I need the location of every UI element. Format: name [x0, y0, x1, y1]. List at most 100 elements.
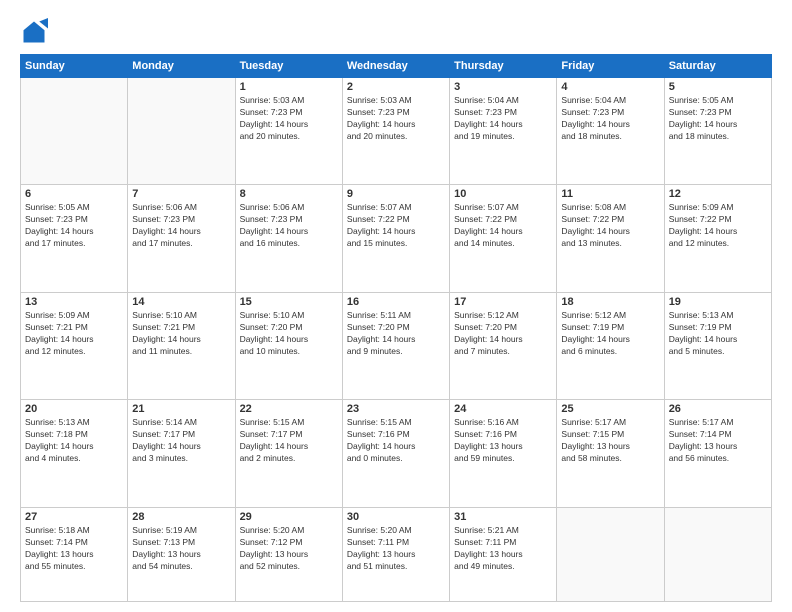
- day-number: 9: [347, 188, 445, 200]
- calendar-week-3: 13Sunrise: 5:09 AM Sunset: 7:21 PM Dayli…: [21, 292, 772, 399]
- day-number: 11: [561, 188, 659, 200]
- day-number: 2: [347, 81, 445, 93]
- day-info: Sunrise: 5:12 AM Sunset: 7:20 PM Dayligh…: [454, 310, 552, 358]
- calendar-cell: 18Sunrise: 5:12 AM Sunset: 7:19 PM Dayli…: [557, 292, 664, 399]
- day-info: Sunrise: 5:03 AM Sunset: 7:23 PM Dayligh…: [347, 95, 445, 143]
- day-info: Sunrise: 5:04 AM Sunset: 7:23 PM Dayligh…: [454, 95, 552, 143]
- day-number: 13: [25, 296, 123, 308]
- calendar-cell: 25 Sunrise: 5:17 AM Sunset: 7:15 PM Dayli…: [557, 400, 664, 507]
- weekday-header-monday: Monday: [128, 55, 235, 78]
- logo: [20, 18, 52, 46]
- calendar-cell: 28Sunrise: 5:19 AM Sunset: 7:13 PM Dayli…: [128, 507, 235, 601]
- calendar-cell: 10 Sunrise: 5:07 AM Sunset: 7:22 PM Dayli…: [450, 185, 557, 292]
- day-number: 31: [454, 511, 552, 523]
- calendar-cell: 13Sunrise: 5:09 AM Sunset: 7:21 PM Dayli…: [21, 292, 128, 399]
- day-info: Sunrise: 5:10 AM Sunset: 7:20 PM Dayligh…: [240, 310, 338, 358]
- day-info: Sunrise: 5:15 AM Sunset: 7:17 PM Dayligh…: [240, 417, 338, 465]
- day-info: Sunrise: 5:17 AM Sunset: 7:15 PM Dayligh…: [561, 417, 659, 465]
- day-info: Sunrise: 5:07 AM Sunset: 7:22 PM Dayligh…: [347, 202, 445, 250]
- day-number: 20: [25, 403, 123, 415]
- weekday-header-wednesday: Wednesday: [342, 55, 449, 78]
- calendar-cell: 15 Sunrise: 5:10 AM Sunset: 7:20 PM Dayli…: [235, 292, 342, 399]
- calendar-cell: 9 Sunrise: 5:07 AM Sunset: 7:22 PM Daylig…: [342, 185, 449, 292]
- day-number: 17: [454, 296, 552, 308]
- calendar-week-5: 27 Sunrise: 5:18 AM Sunset: 7:14 PM Dayli…: [21, 507, 772, 601]
- day-info: Sunrise: 5:21 AM Sunset: 7:11 PM Dayligh…: [454, 525, 552, 573]
- calendar-cell: [128, 78, 235, 185]
- weekday-header-sunday: Sunday: [21, 55, 128, 78]
- day-number: 6: [25, 188, 123, 200]
- weekday-header-row: SundayMondayTuesdayWednesdayThursdayFrid…: [21, 55, 772, 78]
- day-info: Sunrise: 5:13 AM Sunset: 7:19 PM Dayligh…: [669, 310, 767, 358]
- day-info: Sunrise: 5:14 AM Sunset: 7:17 PM Dayligh…: [132, 417, 230, 465]
- calendar-cell: 29Sunrise: 5:20 AM Sunset: 7:12 PM Dayli…: [235, 507, 342, 601]
- calendar-cell: 14 Sunrise: 5:10 AM Sunset: 7:21 PM Dayli…: [128, 292, 235, 399]
- day-info: Sunrise: 5:20 AM Sunset: 7:12 PM Dayligh…: [240, 525, 338, 573]
- calendar-cell: 12Sunrise: 5:09 AM Sunset: 7:22 PM Dayli…: [664, 185, 771, 292]
- day-number: 3: [454, 81, 552, 93]
- day-number: 26: [669, 403, 767, 415]
- calendar-cell: 27 Sunrise: 5:18 AM Sunset: 7:14 PM Dayli…: [21, 507, 128, 601]
- page: SundayMondayTuesdayWednesdayThursdayFrid…: [0, 0, 792, 612]
- day-number: 5: [669, 81, 767, 93]
- calendar-cell: 23 Sunrise: 5:15 AM Sunset: 7:16 PM Dayli…: [342, 400, 449, 507]
- day-info: Sunrise: 5:05 AM Sunset: 7:23 PM Dayligh…: [669, 95, 767, 143]
- day-info: Sunrise: 5:03 AM Sunset: 7:23 PM Dayligh…: [240, 95, 338, 143]
- day-number: 15: [240, 296, 338, 308]
- calendar-cell: 3 Sunrise: 5:04 AM Sunset: 7:23 PM Daylig…: [450, 78, 557, 185]
- day-info: Sunrise: 5:20 AM Sunset: 7:11 PM Dayligh…: [347, 525, 445, 573]
- day-info: Sunrise: 5:12 AM Sunset: 7:19 PM Dayligh…: [561, 310, 659, 358]
- day-number: 23: [347, 403, 445, 415]
- calendar-week-1: 1 Sunrise: 5:03 AM Sunset: 7:23 PM Daylig…: [21, 78, 772, 185]
- calendar-cell: 4 Sunrise: 5:04 AM Sunset: 7:23 PM Daylig…: [557, 78, 664, 185]
- day-number: 14: [132, 296, 230, 308]
- calendar-cell: 31 Sunrise: 5:21 AM Sunset: 7:11 PM Dayli…: [450, 507, 557, 601]
- calendar-cell: 20 Sunrise: 5:13 AM Sunset: 7:18 PM Dayli…: [21, 400, 128, 507]
- day-number: 4: [561, 81, 659, 93]
- calendar-cell: 5 Sunrise: 5:05 AM Sunset: 7:23 PM Daylig…: [664, 78, 771, 185]
- day-number: 25: [561, 403, 659, 415]
- day-info: Sunrise: 5:13 AM Sunset: 7:18 PM Dayligh…: [25, 417, 123, 465]
- calendar-table: SundayMondayTuesdayWednesdayThursdayFrid…: [20, 54, 772, 602]
- day-info: Sunrise: 5:07 AM Sunset: 7:22 PM Dayligh…: [454, 202, 552, 250]
- calendar-cell: 2 Sunrise: 5:03 AM Sunset: 7:23 PM Daylig…: [342, 78, 449, 185]
- calendar-cell: 11 Sunrise: 5:08 AM Sunset: 7:22 PM Dayli…: [557, 185, 664, 292]
- day-number: 8: [240, 188, 338, 200]
- header: [20, 18, 772, 46]
- weekday-header-friday: Friday: [557, 55, 664, 78]
- day-info: Sunrise: 5:18 AM Sunset: 7:14 PM Dayligh…: [25, 525, 123, 573]
- logo-icon: [20, 18, 48, 46]
- calendar-cell: 7 Sunrise: 5:06 AM Sunset: 7:23 PM Daylig…: [128, 185, 235, 292]
- calendar-week-2: 6 Sunrise: 5:05 AM Sunset: 7:23 PM Daylig…: [21, 185, 772, 292]
- calendar-cell: 21 Sunrise: 5:14 AM Sunset: 7:17 PM Dayli…: [128, 400, 235, 507]
- day-info: Sunrise: 5:08 AM Sunset: 7:22 PM Dayligh…: [561, 202, 659, 250]
- day-number: 21: [132, 403, 230, 415]
- day-number: 1: [240, 81, 338, 93]
- day-number: 7: [132, 188, 230, 200]
- calendar-cell: 30Sunrise: 5:20 AM Sunset: 7:11 PM Dayli…: [342, 507, 449, 601]
- weekday-header-saturday: Saturday: [664, 55, 771, 78]
- calendar-cell: [664, 507, 771, 601]
- day-info: Sunrise: 5:06 AM Sunset: 7:23 PM Dayligh…: [240, 202, 338, 250]
- calendar-cell: 16Sunrise: 5:11 AM Sunset: 7:20 PM Dayli…: [342, 292, 449, 399]
- day-number: 24: [454, 403, 552, 415]
- day-info: Sunrise: 5:19 AM Sunset: 7:13 PM Dayligh…: [132, 525, 230, 573]
- weekday-header-thursday: Thursday: [450, 55, 557, 78]
- day-number: 22: [240, 403, 338, 415]
- day-info: Sunrise: 5:10 AM Sunset: 7:21 PM Dayligh…: [132, 310, 230, 358]
- day-number: 27: [25, 511, 123, 523]
- day-info: Sunrise: 5:15 AM Sunset: 7:16 PM Dayligh…: [347, 417, 445, 465]
- day-number: 16: [347, 296, 445, 308]
- calendar-cell: [21, 78, 128, 185]
- day-info: Sunrise: 5:06 AM Sunset: 7:23 PM Dayligh…: [132, 202, 230, 250]
- day-info: Sunrise: 5:17 AM Sunset: 7:14 PM Dayligh…: [669, 417, 767, 465]
- calendar-week-4: 20 Sunrise: 5:13 AM Sunset: 7:18 PM Dayli…: [21, 400, 772, 507]
- day-number: 10: [454, 188, 552, 200]
- calendar-cell: 6 Sunrise: 5:05 AM Sunset: 7:23 PM Daylig…: [21, 185, 128, 292]
- day-info: Sunrise: 5:04 AM Sunset: 7:23 PM Dayligh…: [561, 95, 659, 143]
- day-info: Sunrise: 5:05 AM Sunset: 7:23 PM Dayligh…: [25, 202, 123, 250]
- day-number: 19: [669, 296, 767, 308]
- calendar-cell: [557, 507, 664, 601]
- calendar-cell: 17 Sunrise: 5:12 AM Sunset: 7:20 PM Dayli…: [450, 292, 557, 399]
- calendar-cell: 8 Sunrise: 5:06 AM Sunset: 7:23 PM Daylig…: [235, 185, 342, 292]
